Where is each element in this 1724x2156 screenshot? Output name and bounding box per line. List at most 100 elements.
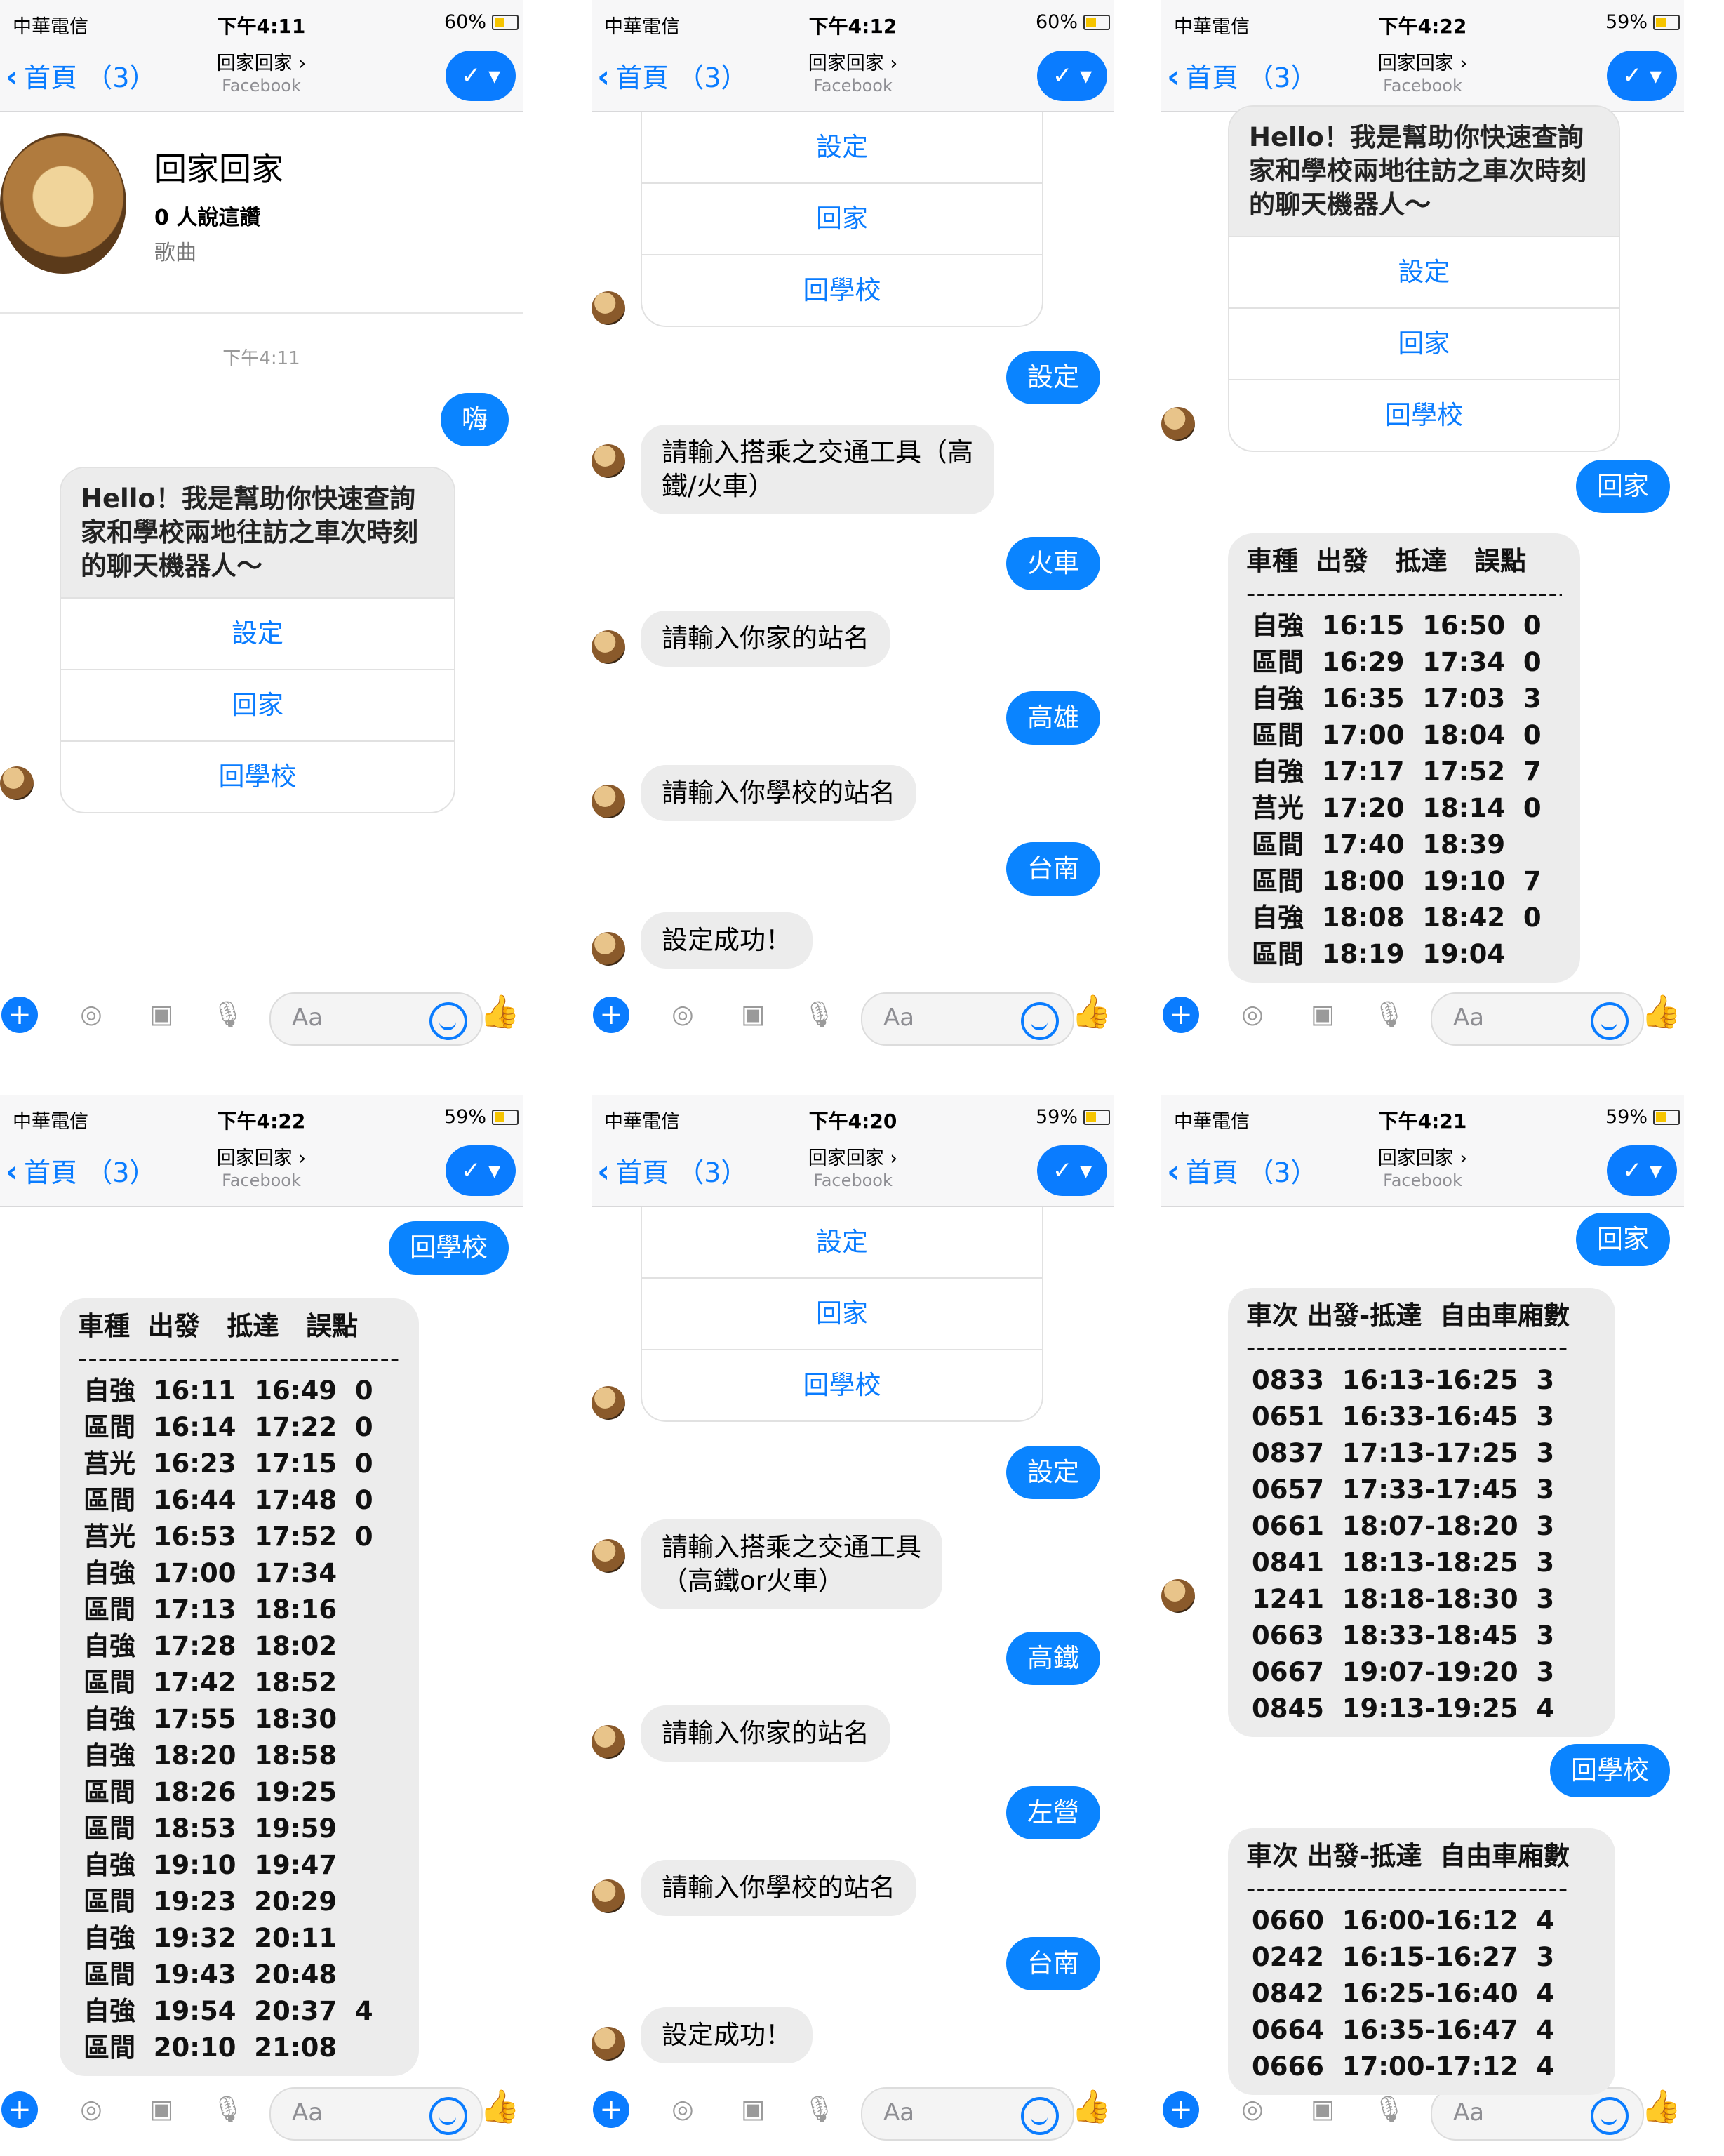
table-row: 自強 18:20 18:58 bbox=[83, 1741, 338, 1771]
table-row: 區間 16:14 17:22 0 bbox=[83, 1412, 373, 1442]
table-divider: -------------------------------- bbox=[78, 1345, 401, 1373]
menu-option-home[interactable]: 回家 bbox=[642, 1277, 1042, 1349]
message-placeholder: Aa bbox=[1453, 2098, 1485, 2127]
plus-icon[interactable]: + bbox=[1, 997, 38, 1033]
done-menu-button[interactable]: ✓ ▾ bbox=[1037, 51, 1107, 101]
status-right: 60% bbox=[444, 11, 519, 33]
menu-option-settings[interactable]: 設定 bbox=[61, 597, 454, 669]
user-message: 設定 bbox=[1006, 1446, 1100, 1499]
emoji-icon[interactable] bbox=[1591, 2097, 1629, 2135]
conversation-subtitle: Facebook bbox=[813, 76, 893, 95]
menu-option-school[interactable]: 回學校 bbox=[642, 254, 1042, 326]
user-message: 左營 bbox=[1006, 1786, 1100, 1839]
image-icon[interactable]: ▣ bbox=[735, 998, 770, 1032]
camera-icon[interactable]: ◎ bbox=[1235, 2093, 1270, 2127]
thumbs-up-icon[interactable]: 👍 bbox=[1071, 992, 1111, 1031]
plus-icon[interactable]: + bbox=[1163, 997, 1199, 1033]
menu-option-settings[interactable]: 設定 bbox=[642, 112, 1042, 182]
bot-menu-card: 設定 回家 回學校 bbox=[641, 112, 1043, 327]
thumbs-up-icon[interactable]: 👍 bbox=[1071, 2087, 1111, 2126]
microphone-icon[interactable]: 🎙 bbox=[211, 998, 246, 1032]
menu-option-school[interactable]: 回學校 bbox=[1229, 379, 1619, 451]
image-icon[interactable]: ▣ bbox=[1305, 2093, 1340, 2127]
table-row: 0833 16:13-16:25 3 bbox=[1252, 1365, 1555, 1395]
camera-icon[interactable]: ◎ bbox=[74, 2093, 109, 2127]
conversation-title[interactable]: 回家回家 › bbox=[1161, 1143, 1684, 1170]
message-input[interactable]: Aa bbox=[269, 992, 483, 1046]
screenshot-panel-1: 中華電信 下午4:11 60% ‹ 首頁 （3） 回家回家 › Facebook ✓ ▾ + ◎ ▣… bbox=[0, 0, 523, 1054]
message-input[interactable]: Aa bbox=[861, 992, 1074, 1046]
thumbs-up-icon[interactable]: 👍 bbox=[1641, 992, 1681, 1031]
divider bbox=[0, 312, 523, 314]
emoji-icon[interactable] bbox=[1591, 1002, 1629, 1040]
camera-icon[interactable]: ◎ bbox=[665, 2093, 700, 2127]
thumbs-up-icon[interactable]: 👍 bbox=[480, 2087, 520, 2126]
camera-icon[interactable]: ◎ bbox=[1235, 998, 1270, 1032]
plus-icon[interactable]: + bbox=[593, 997, 629, 1033]
nav-bar: ‹ 首頁 （3） 回家回家 › Facebook ✓ ▾ bbox=[1161, 42, 1684, 112]
status-right: 60% bbox=[1036, 11, 1110, 33]
conversation-title[interactable]: 回家回家 › bbox=[592, 1143, 1114, 1170]
image-icon[interactable]: ▣ bbox=[144, 2093, 179, 2127]
message-input[interactable]: Aa bbox=[861, 2087, 1074, 2141]
table-row: 區間 17:40 18:39 bbox=[1252, 830, 1506, 860]
conversation-title[interactable]: 回家回家 › bbox=[1161, 48, 1684, 75]
bot-avatar bbox=[592, 291, 625, 325]
table-divider: -------------------------------- bbox=[1246, 580, 1562, 608]
done-menu-button[interactable]: ✓ ▾ bbox=[1607, 1145, 1677, 1196]
plus-icon[interactable]: + bbox=[1163, 2091, 1199, 2128]
message-input[interactable]: Aa bbox=[1431, 2087, 1644, 2141]
camera-icon[interactable]: ◎ bbox=[665, 998, 700, 1032]
plus-icon[interactable]: + bbox=[1, 2091, 38, 2128]
done-menu-button[interactable]: ✓ ▾ bbox=[446, 51, 516, 101]
thumbs-up-icon[interactable]: 👍 bbox=[1641, 2087, 1681, 2126]
table-row: 自強 17:55 18:30 bbox=[83, 1704, 338, 1734]
menu-option-school[interactable]: 回學校 bbox=[642, 1349, 1042, 1420]
image-icon[interactable]: ▣ bbox=[735, 2093, 770, 2127]
bot-avatar bbox=[592, 2027, 625, 2061]
table-row: 區間 18:19 19:04 bbox=[1252, 939, 1506, 969]
emoji-icon[interactable] bbox=[429, 1002, 467, 1040]
hsr-schedule-table-home: 車次 出發-抵達 自由車廂數 --------------------------… bbox=[1228, 1288, 1615, 1737]
image-icon[interactable]: ▣ bbox=[144, 998, 179, 1032]
schedule-table: 車種 出發 抵達 誤點 -----------------------------… bbox=[60, 1298, 419, 2076]
done-menu-button[interactable]: ✓ ▾ bbox=[1607, 51, 1677, 101]
microphone-icon[interactable]: 🎙 bbox=[1372, 998, 1407, 1032]
nav-bar: ‹ 首頁 （3） 回家回家 › Facebook ✓ ▾ bbox=[592, 1137, 1114, 1207]
menu-option-home[interactable]: 回家 bbox=[1229, 307, 1619, 379]
menu-option-settings[interactable]: 設定 bbox=[642, 1207, 1042, 1277]
microphone-icon[interactable]: 🎙 bbox=[1372, 2093, 1407, 2127]
menu-option-settings[interactable]: 設定 bbox=[1229, 236, 1619, 307]
done-menu-button[interactable]: ✓ ▾ bbox=[446, 1145, 516, 1196]
battery-percent: 59% bbox=[1605, 11, 1648, 33]
menu-option-home[interactable]: 回家 bbox=[642, 182, 1042, 254]
bot-menu-card: 設定 回家 回學校 bbox=[641, 1207, 1043, 1422]
table-row: 0845 19:13-19:25 4 bbox=[1252, 1693, 1555, 1724]
menu-option-school[interactable]: 回學校 bbox=[61, 740, 454, 812]
battery-percent: 59% bbox=[443, 1106, 486, 1128]
emoji-icon[interactable] bbox=[429, 2097, 467, 2135]
table-row: 區間 17:13 18:16 bbox=[83, 1595, 338, 1625]
done-menu-button[interactable]: ✓ ▾ bbox=[1037, 1145, 1107, 1196]
emoji-icon[interactable] bbox=[1021, 1002, 1059, 1040]
message-input[interactable]: Aa bbox=[1431, 992, 1644, 1046]
table-row: 區間 18:00 19:10 7 bbox=[1252, 866, 1542, 896]
message-input[interactable]: Aa bbox=[269, 2087, 483, 2141]
emoji-icon[interactable] bbox=[1021, 2097, 1059, 2135]
thumbs-up-icon[interactable]: 👍 bbox=[480, 992, 520, 1031]
conversation-title[interactable]: 回家回家 › bbox=[592, 48, 1114, 75]
microphone-icon[interactable]: 🎙 bbox=[802, 998, 837, 1032]
conversation-title[interactable]: 回家回家 › bbox=[0, 1143, 523, 1170]
microphone-icon[interactable]: 🎙 bbox=[802, 2093, 837, 2127]
table-row: 0667 19:07-19:20 3 bbox=[1252, 1657, 1555, 1687]
conversation-title[interactable]: 回家回家 › bbox=[0, 48, 523, 75]
battery-icon bbox=[492, 1109, 519, 1125]
menu-option-home[interactable]: 回家 bbox=[61, 669, 454, 740]
screenshot-panel-4: 中華電信 下午4:22 59% ‹ 首頁 （3） 回家回家 › Facebook ✓ ▾ + ◎ ▣… bbox=[0, 1095, 523, 2149]
table-row: 0651 16:33-16:45 3 bbox=[1252, 1402, 1555, 1432]
camera-icon[interactable]: ◎ bbox=[74, 998, 109, 1032]
status-bar: 中華電信 下午4:22 59% bbox=[1161, 0, 1684, 42]
microphone-icon[interactable]: 🎙 bbox=[211, 2093, 246, 2127]
image-icon[interactable]: ▣ bbox=[1305, 998, 1340, 1032]
plus-icon[interactable]: + bbox=[593, 2091, 629, 2128]
